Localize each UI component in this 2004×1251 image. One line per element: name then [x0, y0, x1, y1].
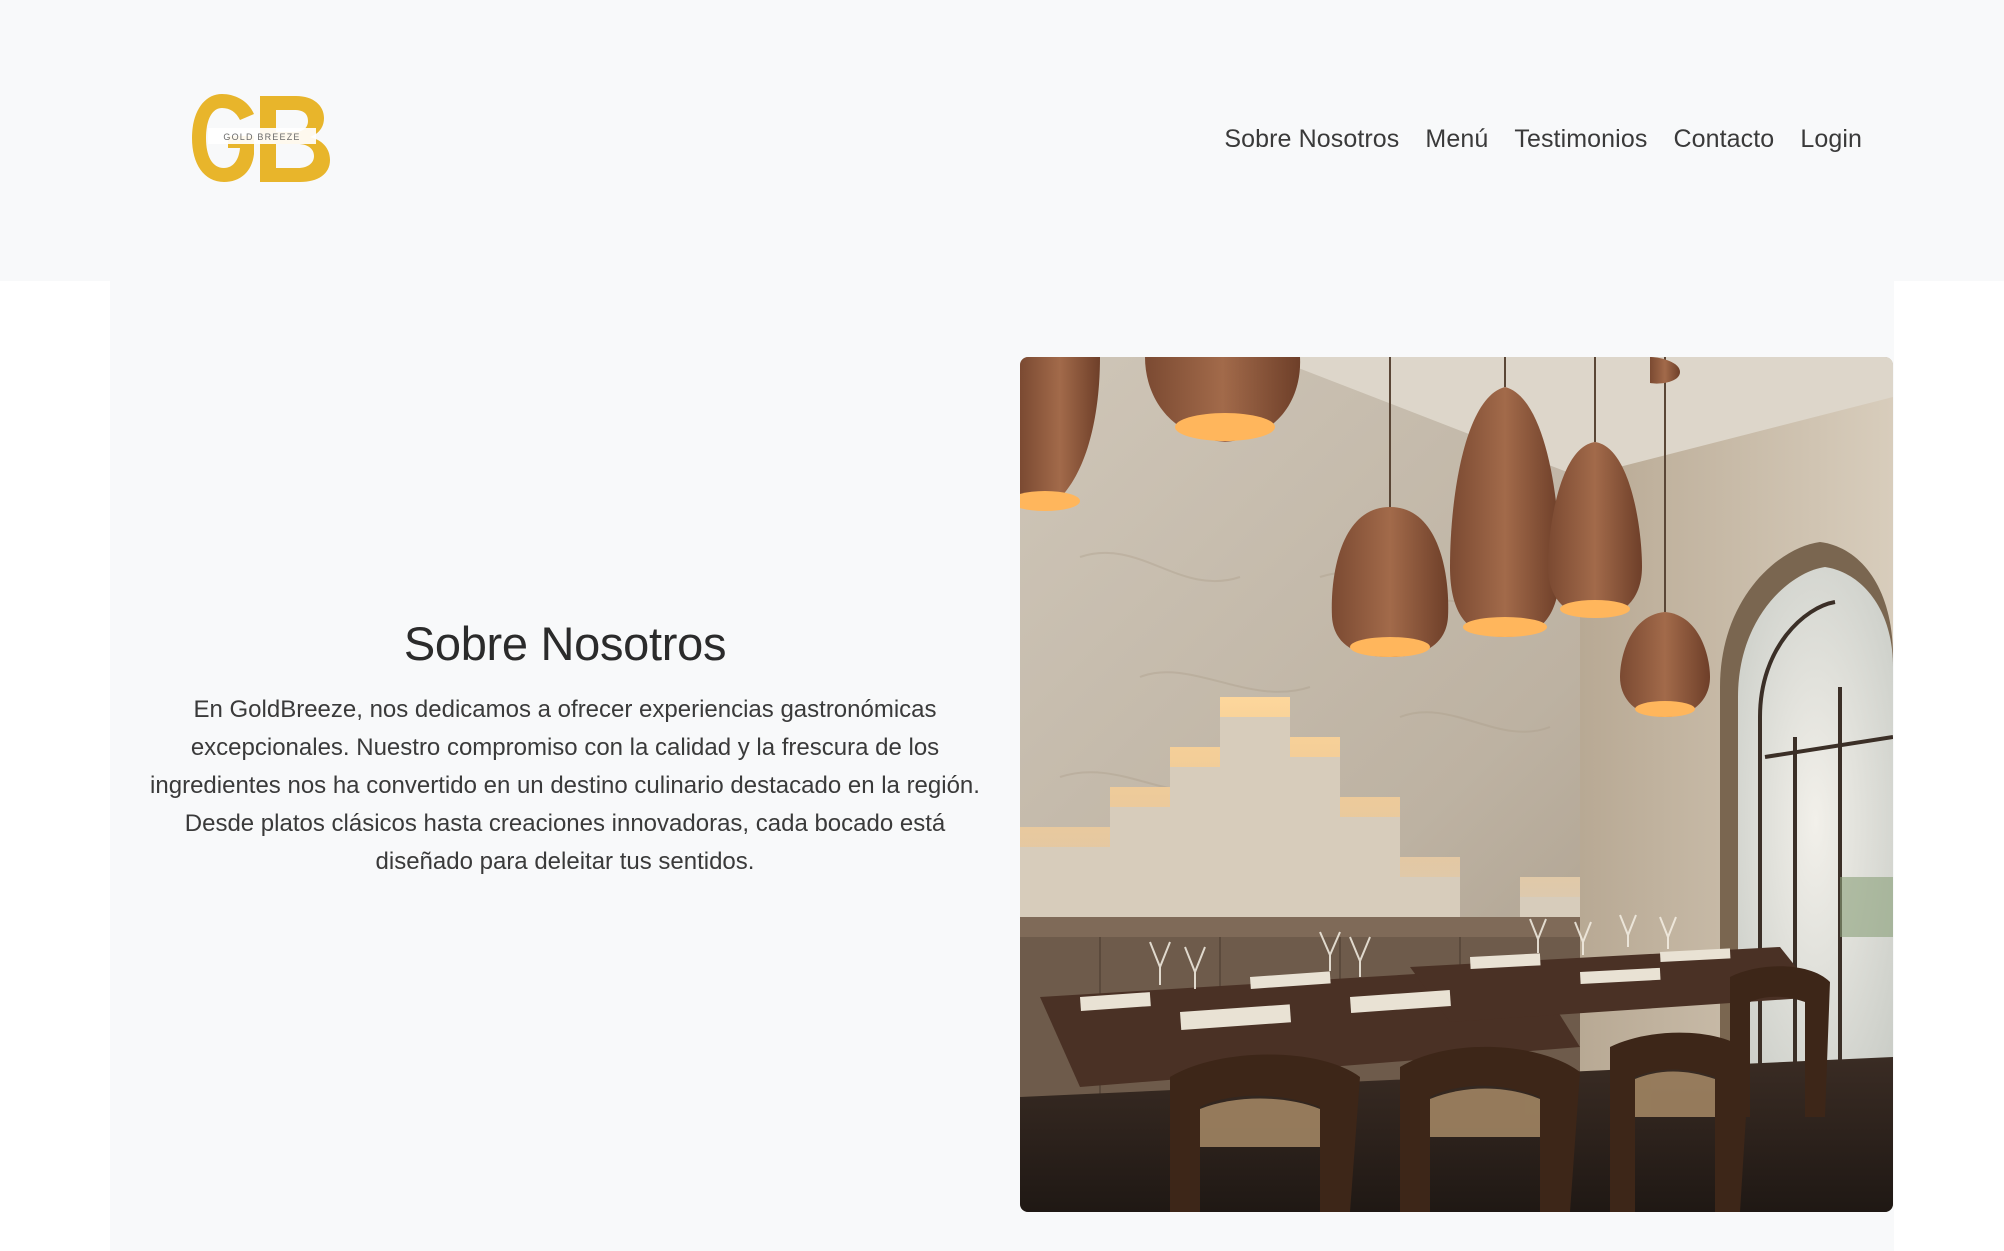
- site-header: GOLD BREEZE Sobre Nosotros Menú Testimon…: [0, 0, 2004, 281]
- nav-link-login[interactable]: Login: [1800, 120, 1862, 158]
- nav-link-sobre-nosotros[interactable]: Sobre Nosotros: [1224, 120, 1399, 158]
- restaurant-interior-image: [1020, 357, 1893, 1212]
- brand-logo[interactable]: GOLD BREEZE: [190, 92, 334, 184]
- goldbreeze-logo-mark: GOLD BREEZE: [192, 94, 330, 182]
- main-nav: Sobre Nosotros Menú Testimonios Contacto…: [1224, 120, 1862, 158]
- about-title: Sobre Nosotros: [403, 616, 727, 670]
- about-description: En GoldBreeze, nos dedicamos a ofrecer e…: [150, 695, 980, 875]
- svg-text:GOLD BREEZE: GOLD BREEZE: [223, 132, 300, 142]
- restaurant-interior-illustration: [1020, 357, 1893, 1212]
- about-text-block: Sobre Nosotros En GoldBreeze, nos dedica…: [110, 263, 1020, 1233]
- nav-link-testimonios[interactable]: Testimonios: [1514, 120, 1647, 158]
- nav-link-menu[interactable]: Menú: [1425, 120, 1488, 158]
- nav-link-contacto[interactable]: Contacto: [1673, 120, 1774, 158]
- about-section: Sobre Nosotros En GoldBreeze, nos dedica…: [110, 281, 1894, 1251]
